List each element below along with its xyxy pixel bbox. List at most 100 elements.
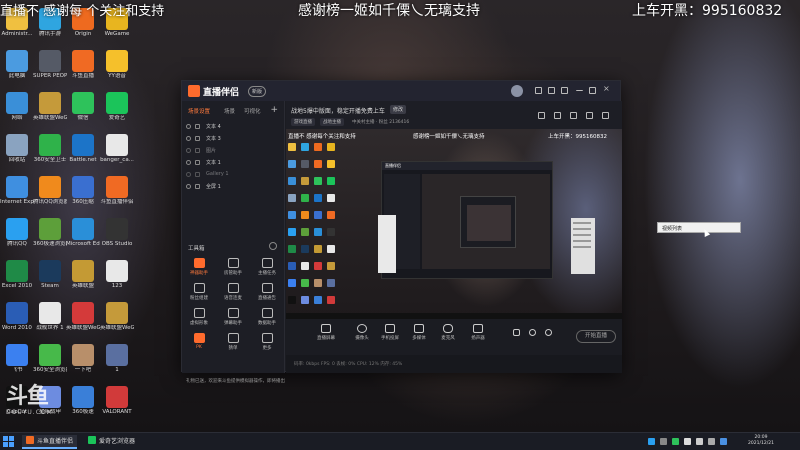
tag-chip[interactable]: 战地主播 xyxy=(320,118,344,126)
lock-icon[interactable] xyxy=(195,136,200,141)
eye-icon[interactable] xyxy=(186,160,191,165)
wechat-tray-icon[interactable] xyxy=(672,438,679,445)
eye-icon[interactable] xyxy=(186,148,191,153)
tool-artifact-helper[interactable]: 神器助手 xyxy=(184,258,214,276)
desktop-icon[interactable]: 360压缩 xyxy=(66,176,100,205)
desktop-icon[interactable]: Excel 2010 xyxy=(0,260,34,289)
phone-cast-button[interactable]: 手机投屏 xyxy=(378,324,402,341)
desktop-icon[interactable]: 腾讯QQ xyxy=(0,218,34,247)
avatar[interactable] xyxy=(511,85,523,97)
qq-tray-icon[interactable] xyxy=(648,438,655,445)
scene-item[interactable]: 全屏 1 xyxy=(186,181,280,193)
desktop-icon[interactable]: 英雄联盟WeGame版 xyxy=(66,302,100,331)
desktop-icon[interactable]: 123 xyxy=(100,260,134,289)
lock-icon[interactable] xyxy=(195,160,200,165)
desktop-icon[interactable]: banger_ca... xyxy=(100,134,134,163)
desktop-icon[interactable]: 回收站 xyxy=(0,134,34,163)
microphone-button[interactable]: 麦克风 xyxy=(436,324,460,341)
eye-icon[interactable] xyxy=(186,136,191,141)
lock-icon[interactable] xyxy=(195,172,200,177)
desktop-icon[interactable]: 斗鱼直播伴侣 xyxy=(100,176,134,205)
desktop-icon[interactable]: 网络 xyxy=(0,92,34,121)
scene-item[interactable]: 文本 3 xyxy=(186,133,280,145)
tool-pk[interactable]: PK xyxy=(184,333,214,350)
version-badge[interactable]: 新版 xyxy=(248,86,267,97)
tab-scene-settings[interactable]: 场景设置 xyxy=(188,107,210,115)
windows-start-icon[interactable] xyxy=(3,436,15,448)
desktop-icon[interactable]: 360极速浏览器 xyxy=(33,218,67,247)
context-menu-item[interactable]: 视频列表 xyxy=(657,222,741,233)
desktop-icon[interactable]: 此电脑 xyxy=(0,50,34,79)
tool-room-admin[interactable]: 房管助手 xyxy=(218,258,248,276)
bell-icon[interactable] xyxy=(586,112,593,119)
desktop-icon[interactable]: 腾讯QQ浏览器 xyxy=(33,176,67,205)
tab-scene[interactable]: 场景 xyxy=(224,107,235,115)
eye-icon[interactable] xyxy=(186,172,191,177)
media-button[interactable]: 多媒体 xyxy=(407,324,431,341)
desktop-icon[interactable]: YY语音 xyxy=(100,50,134,79)
lock-icon[interactable] xyxy=(195,184,200,189)
maximize-icon[interactable] xyxy=(589,87,596,94)
edit-announcement-button[interactable]: 修改 xyxy=(390,105,407,114)
taskbar-clock[interactable]: 20:09 2021/12/21 xyxy=(748,435,774,447)
speaker-button[interactable]: 扬声器 xyxy=(466,324,490,341)
tool-danmaku-helper[interactable]: 弹幕助手 xyxy=(218,308,248,326)
screen-capture-button[interactable]: 直播屏幕 xyxy=(314,324,338,341)
eye-icon[interactable] xyxy=(186,184,191,189)
minimize-icon[interactable] xyxy=(576,87,583,91)
desktop-icon[interactable]: 1 xyxy=(100,344,134,373)
desktop-icon[interactable]: 飞书 xyxy=(0,344,34,373)
desktop-icon[interactable]: Internet Explorer xyxy=(0,176,34,205)
ime-icon[interactable] xyxy=(708,438,715,445)
tool-more[interactable]: 更多 xyxy=(252,333,282,351)
lock-icon[interactable] xyxy=(195,148,200,153)
skin-icon[interactable] xyxy=(548,87,555,94)
desktop-icon[interactable]: 360安全浏览器 xyxy=(33,344,67,373)
tool-virtual-avatar[interactable]: 虚拟形象 xyxy=(184,308,214,326)
add-scene-icon[interactable]: + xyxy=(270,105,278,115)
tool-guess[interactable]: 猜单 xyxy=(218,333,248,351)
taskbar-item-live-companion[interactable]: 斗鱼直播伴侣 xyxy=(22,435,78,449)
close-icon[interactable]: × xyxy=(603,84,610,93)
desktop-icon[interactable]: Battle.net xyxy=(66,134,100,163)
tool-streamer-task[interactable]: 主播任务 xyxy=(252,258,282,276)
eye-icon[interactable] xyxy=(186,124,191,129)
scene-item[interactable]: 图片 xyxy=(186,145,280,157)
scene-item[interactable]: 文本 1 xyxy=(186,157,280,169)
desktop-icon[interactable]: 360极速 xyxy=(66,386,100,415)
window-titlebar[interactable]: 直播伴侣 新版 × xyxy=(182,81,620,101)
taskbar-item-browser[interactable]: 爱奇艺浏览器 xyxy=(84,435,139,449)
scene-item[interactable]: Gallery 1 xyxy=(186,169,280,181)
desktop-icon[interactable]: 斗鱼直播 xyxy=(66,50,100,79)
cloud-icon[interactable] xyxy=(720,438,727,445)
desktop-icon[interactable]: 英雄联盟 xyxy=(66,260,100,289)
tool-voice-link[interactable]: 语音连麦 xyxy=(218,283,248,301)
tool-fan-group[interactable]: 粉丝组建 xyxy=(184,283,214,301)
desktop-icon[interactable]: 英雄联盟WeGame版 xyxy=(100,302,134,331)
desktop-icon[interactable]: 战舰世界 1 xyxy=(33,302,67,331)
network-icon[interactable] xyxy=(684,438,691,445)
gear-icon[interactable] xyxy=(536,329,560,336)
desktop-icon[interactable]: 360安全卫士 xyxy=(33,134,67,163)
lock-icon[interactable] xyxy=(195,124,200,129)
desktop-icon[interactable]: Word 2010 xyxy=(0,302,34,331)
desktop-icon[interactable]: 英雄联盟WeGame版 xyxy=(33,92,67,121)
tool-data-helper[interactable]: 数据助手 xyxy=(252,308,282,326)
pen-icon[interactable] xyxy=(570,112,577,119)
chevron-up-icon[interactable] xyxy=(660,438,667,445)
desktop-icon[interactable]: SUPER PEOPLE CBT xyxy=(33,50,67,79)
desktop-icon[interactable]: OBS Studio xyxy=(100,218,134,247)
camera-button[interactable]: 摄像头 xyxy=(350,324,374,341)
scene-item[interactable]: 文本 4 xyxy=(186,121,280,133)
tool-live-notice[interactable]: 直播通告 xyxy=(252,283,282,301)
desktop-icon[interactable]: VALORANT xyxy=(100,386,134,415)
category-chip[interactable]: 游戏直播 xyxy=(291,118,315,126)
desktop-icon[interactable]: 微信 xyxy=(66,92,100,121)
share-icon[interactable] xyxy=(602,112,609,119)
tab-visual[interactable]: 可视化 xyxy=(244,107,261,115)
message-icon[interactable] xyxy=(535,87,542,94)
toolbox-collapse-icon[interactable] xyxy=(269,242,277,250)
start-live-button[interactable]: 开始直播 xyxy=(576,330,616,343)
settings-icon[interactable] xyxy=(561,87,568,94)
grid-icon[interactable] xyxy=(554,112,561,119)
